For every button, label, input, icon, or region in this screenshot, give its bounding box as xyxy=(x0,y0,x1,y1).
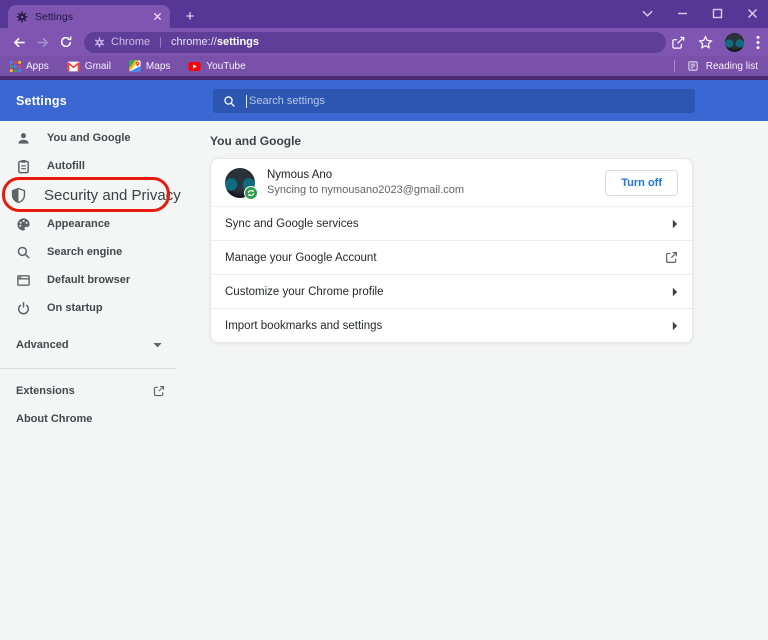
sidebar-item-label: Advanced xyxy=(16,339,69,351)
tab-title: Settings xyxy=(35,10,73,23)
bookmark-maps[interactable]: Maps xyxy=(129,60,170,72)
reload-icon[interactable] xyxy=(54,31,77,54)
sidebar-item-label: Default browser xyxy=(47,274,131,286)
row-label: Sync and Google services xyxy=(225,217,359,230)
sidebar-item-you-and-google[interactable]: You and Google xyxy=(0,124,210,152)
window-titlebar: Settings + xyxy=(0,0,768,28)
forward-icon[interactable] xyxy=(31,31,54,54)
row-label: Import bookmarks and settings xyxy=(225,319,383,332)
url-divider: | xyxy=(159,36,162,48)
tab-close-icon[interactable] xyxy=(153,12,162,21)
person-icon xyxy=(16,131,31,146)
browser-tab-settings[interactable]: Settings xyxy=(8,5,170,28)
sidebar-item-search-engine[interactable]: Search engine xyxy=(0,238,210,266)
sidebar-item-advanced[interactable]: Advanced xyxy=(0,331,210,359)
profile-avatar xyxy=(225,167,258,200)
bookmarks-bar: Apps Gmail Maps YouTube Reading list xyxy=(0,56,768,76)
browser-window-icon xyxy=(16,273,31,288)
magnifier-icon xyxy=(16,245,31,260)
external-link-icon xyxy=(153,385,165,397)
settings-sidebar: You and Google Autofill Security and Pri… xyxy=(0,121,210,640)
search-placeholder: Search settings xyxy=(249,95,325,107)
bookmark-star-icon[interactable] xyxy=(698,34,713,50)
sync-ok-badge-icon xyxy=(244,185,258,200)
sidebar-divider xyxy=(0,368,176,369)
share-icon[interactable] xyxy=(671,35,686,50)
sidebar-item-on-startup[interactable]: On startup xyxy=(0,294,210,322)
power-icon xyxy=(16,301,31,316)
tab-search-chevron-icon[interactable] xyxy=(642,10,653,17)
menu-dots-icon[interactable] xyxy=(756,35,760,50)
text-cursor xyxy=(246,94,247,108)
reading-list-label: Reading list xyxy=(705,60,758,72)
profile-sync-status: Syncing to nymousano2023@gmail.com xyxy=(267,184,465,196)
profile-row: Nymous Ano Syncing to nymousano2023@gmai… xyxy=(211,159,692,206)
maximize-button[interactable] xyxy=(712,8,723,19)
browser-toolbar: Chrome | chrome://settings xyxy=(0,28,768,56)
row-manage-google-account[interactable]: Manage your Google Account xyxy=(211,240,692,274)
clipboard-icon xyxy=(16,159,31,174)
settings-main-panel: You and Google Nymous Ano Syncing to nym… xyxy=(210,121,768,640)
page-title: Settings xyxy=(16,93,67,108)
url-product-label: Chrome xyxy=(111,36,151,48)
maps-icon xyxy=(129,60,141,72)
sidebar-item-default-browser[interactable]: Default browser xyxy=(0,266,210,294)
settings-gear-icon xyxy=(16,11,28,23)
close-window-button[interactable] xyxy=(747,8,758,19)
chevron-right-icon xyxy=(672,287,678,297)
sidebar-item-autofill[interactable]: Autofill xyxy=(0,152,210,180)
turn-off-button[interactable]: Turn off xyxy=(605,169,678,196)
gmail-icon xyxy=(67,61,80,72)
reading-list-icon xyxy=(687,60,699,72)
sidebar-item-label: On startup xyxy=(47,302,103,314)
reading-list-button[interactable]: Reading list xyxy=(673,60,758,72)
you-and-google-card: Nymous Ano Syncing to nymousano2023@gmai… xyxy=(210,158,693,343)
sidebar-item-label: Autofill xyxy=(47,160,85,172)
row-label: Manage your Google Account xyxy=(225,251,377,264)
bookmark-youtube[interactable]: YouTube xyxy=(188,60,246,72)
section-heading: You and Google xyxy=(210,134,302,148)
minimize-button[interactable] xyxy=(677,8,688,19)
search-icon xyxy=(223,95,236,108)
settings-header: Settings Search settings xyxy=(0,80,768,121)
row-import-bookmarks-settings[interactable]: Import bookmarks and settings xyxy=(211,308,692,342)
profile-name: Nymous Ano xyxy=(267,169,333,181)
sidebar-item-label: About Chrome xyxy=(16,413,93,425)
sidebar-item-label: Security and Privacy xyxy=(44,186,181,204)
row-customize-chrome-profile[interactable]: Customize your Chrome profile xyxy=(211,274,692,308)
bookmark-label: Gmail xyxy=(84,60,111,72)
bookmark-label: Apps xyxy=(26,60,49,72)
sidebar-item-label: Search engine xyxy=(47,246,123,258)
profile-avatar-toolbar[interactable] xyxy=(725,32,744,52)
search-settings-input[interactable]: Search settings xyxy=(213,89,695,113)
palette-icon xyxy=(16,217,31,232)
youtube-icon xyxy=(188,61,201,72)
chevron-down-icon xyxy=(153,342,162,348)
url-text: chrome://settings xyxy=(170,36,260,48)
shield-icon xyxy=(10,187,27,204)
row-sync-and-google-services[interactable]: Sync and Google services xyxy=(211,206,692,240)
sidebar-item-label: Extensions xyxy=(16,385,75,397)
sidebar-item-label: Appearance xyxy=(47,218,110,230)
sidebar-item-appearance[interactable]: Appearance xyxy=(0,210,210,238)
sidebar-item-about-chrome[interactable]: About Chrome xyxy=(0,405,210,433)
row-label: Customize your Chrome profile xyxy=(225,285,384,298)
sidebar-item-extensions[interactable]: Extensions xyxy=(0,377,210,405)
back-icon[interactable] xyxy=(8,31,31,54)
bookmark-gmail[interactable]: Gmail xyxy=(67,61,111,72)
bookmarks-separator xyxy=(673,60,675,72)
apps-grid-icon xyxy=(10,60,21,72)
bookmark-label: YouTube xyxy=(206,60,246,72)
bookmark-label: Maps xyxy=(145,60,171,72)
sidebar-item-security-and-privacy[interactable]: Security and Privacy xyxy=(0,177,210,212)
external-link-icon xyxy=(665,251,678,264)
bookmark-apps[interactable]: Apps xyxy=(10,60,49,72)
chevron-right-icon xyxy=(672,219,678,229)
sidebar-item-label: You and Google xyxy=(47,132,131,144)
new-tab-button[interactable]: + xyxy=(180,6,200,26)
chevron-right-icon xyxy=(672,321,678,331)
address-bar[interactable]: Chrome | chrome://settings xyxy=(84,31,666,53)
page-gear-icon xyxy=(94,37,105,48)
